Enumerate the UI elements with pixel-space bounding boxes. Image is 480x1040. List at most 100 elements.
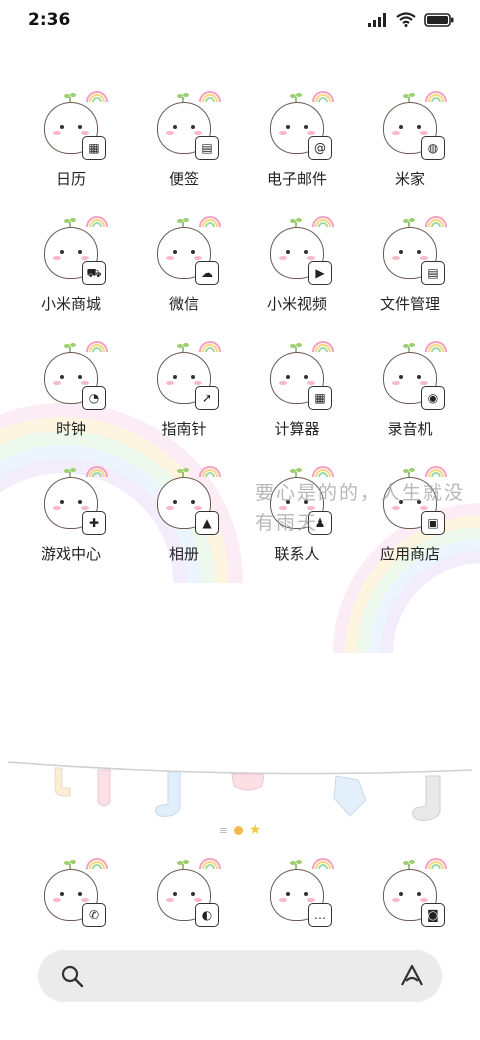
- page-star-icon: ★: [248, 822, 262, 838]
- app-gallery[interactable]: ▲ 相册: [129, 465, 239, 575]
- app-game-center[interactable]: ✚ 游戏中心: [16, 465, 126, 575]
- wechat-badge-icon: ☁: [195, 261, 219, 285]
- app-label: 文件管理: [379, 295, 440, 313]
- clock-icon: ◔: [36, 340, 108, 410]
- mijia-icon: ◍: [375, 90, 447, 160]
- messages-badge-icon: …: [308, 903, 332, 927]
- sprout-icon: [290, 468, 302, 477]
- compass-icon: ➚: [149, 340, 221, 410]
- status-icons: [368, 12, 454, 27]
- gallery-badge-icon: ▲: [195, 511, 219, 535]
- phone-badge-icon: ✆: [82, 903, 106, 927]
- app-label: 小米商城: [40, 295, 101, 313]
- sprout-icon: [290, 860, 302, 869]
- mini-rainbow-icon: [425, 466, 447, 477]
- mini-rainbow-icon: [199, 858, 221, 869]
- assistant-icon[interactable]: [398, 962, 426, 990]
- app-calendar[interactable]: ▦ 日历: [16, 90, 126, 200]
- app-calculator[interactable]: ▦ 计算器: [242, 340, 352, 450]
- page-list-icon: ≡: [218, 823, 228, 837]
- calendar-icon: ▦: [36, 90, 108, 160]
- wechat-icon: ☁: [149, 215, 221, 285]
- app-compass[interactable]: ➚ 指南针: [129, 340, 239, 450]
- wallpaper-text: 要心是的的，人生就没有雨天: [255, 482, 466, 534]
- page-indicator[interactable]: ≡ ★: [0, 822, 480, 838]
- lightbulb-badge-icon: ◍: [421, 136, 445, 160]
- app-label: 时钟: [55, 420, 86, 438]
- status-bar: 2:36: [0, 0, 480, 40]
- calendar-badge-icon: ▦: [82, 136, 106, 160]
- mini-rainbow-icon: [425, 91, 447, 102]
- mini-rainbow-icon: [86, 91, 108, 102]
- sprout-icon: [403, 218, 415, 227]
- dock: ✆ ◐ … ◙: [0, 855, 480, 935]
- mini-rainbow-icon: [312, 858, 334, 869]
- recorder-badge-icon: ◉: [421, 386, 445, 410]
- sprout-icon: [290, 218, 302, 227]
- app-wechat[interactable]: ☁ 微信: [129, 215, 239, 325]
- sprout-icon: [290, 93, 302, 102]
- app-label: 游戏中心: [40, 545, 101, 563]
- app-label: 联系人: [274, 545, 320, 563]
- mini-rainbow-icon: [199, 466, 221, 477]
- search-icon: [61, 965, 84, 988]
- app-label: 指南针: [161, 420, 207, 438]
- clothesline-decoration: [7, 761, 473, 821]
- status-time: 2:36: [28, 10, 71, 30]
- mini-rainbow-icon: [86, 466, 108, 477]
- mini-rainbow-icon: [86, 858, 108, 869]
- app-label: 计算器: [274, 420, 320, 438]
- signal-icon: [368, 12, 386, 27]
- sprout-icon: [64, 218, 76, 227]
- mini-rainbow-icon: [425, 858, 447, 869]
- cart-badge-icon: ⛟: [82, 261, 106, 285]
- app-label: 录音机: [387, 420, 433, 438]
- app-notes[interactable]: ▤ 便签: [129, 90, 239, 200]
- sprout-icon: [64, 93, 76, 102]
- browser-icon: ◐: [149, 857, 221, 927]
- sprout-icon: [403, 93, 415, 102]
- sprout-icon: [290, 343, 302, 352]
- mi-store-icon: ⛟: [36, 215, 108, 285]
- calculator-icon: ▦: [262, 340, 334, 410]
- file-manager-icon: ▤: [375, 215, 447, 285]
- camera-icon: ◙: [375, 857, 447, 927]
- mini-rainbow-icon: [86, 216, 108, 227]
- game-center-icon: ✚: [36, 465, 108, 535]
- mi-video-icon: ▶: [262, 215, 334, 285]
- gallery-icon: ▲: [149, 465, 221, 535]
- file-badge-icon: ▤: [421, 261, 445, 285]
- video-badge-icon: ▶: [308, 261, 332, 285]
- mini-rainbow-icon: [425, 341, 447, 352]
- app-email[interactable]: @ 电子邮件: [242, 90, 352, 200]
- mini-rainbow-icon: [312, 216, 334, 227]
- app-file-manager[interactable]: ▤ 文件管理: [355, 215, 465, 325]
- clock-badge-icon: ◔: [82, 386, 106, 410]
- sprout-icon: [64, 343, 76, 352]
- app-mi-store[interactable]: ⛟ 小米商城: [16, 215, 126, 325]
- page-dot-current: [233, 825, 243, 835]
- notes-icon: ▤: [149, 90, 221, 160]
- app-label: 便签: [168, 170, 199, 188]
- app-mi-video[interactable]: ▶ 小米视频: [242, 215, 352, 325]
- search-bar[interactable]: [38, 950, 442, 1002]
- recorder-icon: ◉: [375, 340, 447, 410]
- calculator-badge-icon: ▦: [308, 386, 332, 410]
- app-label: 电子邮件: [266, 170, 327, 188]
- app-mijia[interactable]: ◍ 米家: [355, 90, 465, 200]
- wallpaper-rainbow-left: [0, 400, 246, 583]
- messages-icon: …: [262, 857, 334, 927]
- mini-rainbow-icon: [425, 216, 447, 227]
- sprout-icon: [64, 468, 76, 477]
- mini-rainbow-icon: [312, 341, 334, 352]
- sprout-icon: [403, 468, 415, 477]
- browser-badge-icon: ◐: [195, 903, 219, 927]
- compass-badge-icon: ➚: [195, 386, 219, 410]
- app-recorder[interactable]: ◉ 录音机: [355, 340, 465, 450]
- sprout-icon: [177, 468, 189, 477]
- notes-badge-icon: ▤: [195, 136, 219, 160]
- email-badge-icon: @: [308, 136, 332, 160]
- mini-rainbow-icon: [199, 341, 221, 352]
- app-clock[interactable]: ◔ 时钟: [16, 340, 126, 450]
- app-label: 相册: [168, 545, 199, 563]
